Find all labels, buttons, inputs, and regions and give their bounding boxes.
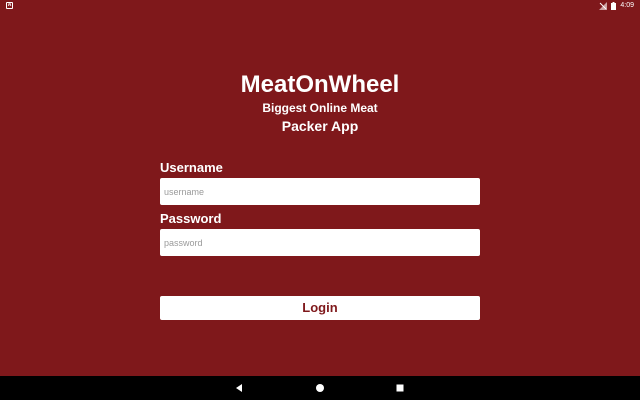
status-icons: 4:09 (599, 1, 634, 11)
battery-icon (611, 2, 617, 10)
clock: 4:09 (620, 2, 634, 9)
status-bar: A 4:09 (0, 0, 640, 12)
login-button[interactable]: Login (160, 296, 480, 320)
app-title: MeatOnWheel (240, 71, 400, 98)
back-icon[interactable] (233, 382, 245, 394)
password-label: Password (160, 211, 222, 226)
signal-off-icon (599, 2, 608, 10)
home-icon[interactable] (314, 382, 326, 394)
username-input[interactable] (160, 178, 480, 205)
password-input[interactable] (160, 229, 480, 256)
app-subtitle-line2: Packer App (281, 118, 359, 134)
app-subtitle: Biggest Online Meat (262, 101, 378, 115)
navigation-bar (0, 376, 640, 400)
login-screen: A 4:09 MeatOnWheel Biggest Online Meat P… (0, 0, 640, 400)
notification-icon: A (6, 2, 13, 9)
username-label: Username (160, 160, 223, 175)
recents-icon[interactable] (394, 382, 406, 394)
